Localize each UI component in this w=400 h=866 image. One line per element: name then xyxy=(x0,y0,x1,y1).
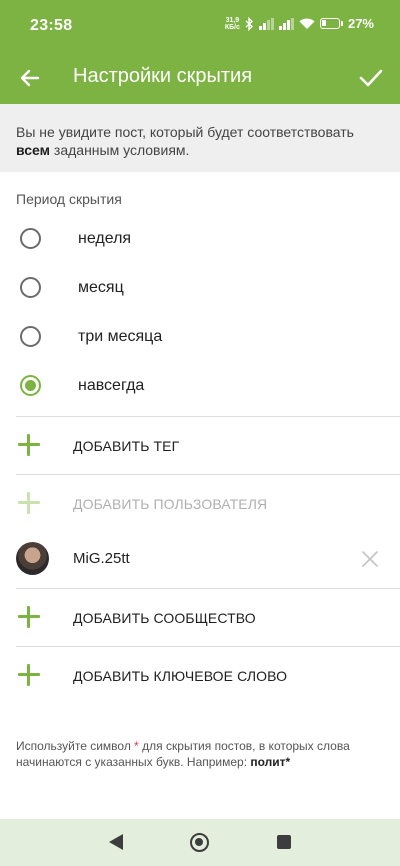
header: 23:58 31,9 КБ/с 27% Настройки скрытия xyxy=(0,0,400,104)
add-community-label: ДОБАВИТЬ СООБЩЕСТВО xyxy=(73,610,256,626)
add-tag-label: ДОБАВИТЬ ТЕГ xyxy=(73,438,180,454)
status-bar: 23:58 31,9 КБ/с 27% xyxy=(0,0,400,52)
period-option-label: неделя xyxy=(78,230,132,247)
signal-icon-1 xyxy=(258,17,274,30)
add-tag-button[interactable]: ДОБАВИТЬ ТЕГ xyxy=(0,417,400,474)
radio-button[interactable] xyxy=(20,326,41,347)
nav-back-icon[interactable] xyxy=(109,834,123,850)
add-user-label: ДОБАВИТЬ ПОЛЬЗОВАТЕЛЯ xyxy=(73,496,268,512)
radio-button[interactable] xyxy=(20,228,41,249)
plus-icon xyxy=(18,434,40,456)
battery-percent: 27% xyxy=(347,16,374,31)
signal-icon-2 xyxy=(278,17,294,30)
info-text-bold: всем xyxy=(16,142,51,158)
app-bar: Настройки скрытия xyxy=(0,52,400,104)
info-banner: Вы не увидите пост, который будет соотве… xyxy=(0,104,400,172)
confirm-check-icon[interactable] xyxy=(356,63,386,93)
plus-icon xyxy=(18,492,40,514)
add-community-button[interactable]: ДОБАВИТЬ СООБЩЕСТВО xyxy=(0,589,400,646)
add-user-button[interactable]: ДОБАВИТЬ ПОЛЬЗОВАТЕЛЯ xyxy=(0,475,400,532)
user-name: MiG.25tt xyxy=(73,550,130,567)
hint-text: Используйте символ * для скрытия постов,… xyxy=(0,704,400,770)
battery-tip xyxy=(340,21,343,26)
info-text-before: Вы не увидите пост, который будет соотве… xyxy=(16,124,354,140)
user-list-item: MiG.25tt xyxy=(0,532,400,588)
period-option-month[interactable]: месяц xyxy=(0,264,400,313)
status-time: 23:58 xyxy=(30,17,73,34)
add-keyword-button[interactable]: ДОБАВИТЬ КЛЮЧЕВОЕ СЛОВО xyxy=(0,647,400,704)
bluetooth-icon xyxy=(245,16,253,31)
net-speed-unit: КБ/с xyxy=(224,23,240,31)
close-icon[interactable] xyxy=(360,549,380,569)
radio-button[interactable] xyxy=(20,277,41,298)
period-section-label: Период скрытия xyxy=(16,191,122,207)
radio-button-selected[interactable] xyxy=(20,375,41,396)
page-title: Настройки скрытия xyxy=(73,65,253,87)
period-option-label: три месяца xyxy=(78,328,163,345)
battery-icon xyxy=(319,18,340,29)
info-text-after: заданным условиям. xyxy=(50,142,190,158)
plus-icon xyxy=(18,664,40,686)
period-option-label: навсегда xyxy=(78,377,145,394)
period-option-three-months[interactable]: три месяца xyxy=(0,313,400,362)
nav-recents-icon[interactable] xyxy=(277,835,291,849)
avatar xyxy=(16,542,49,575)
period-option-label: месяц xyxy=(78,279,124,296)
system-nav-bar xyxy=(0,819,400,866)
net-speed: 31,9 КБ/с xyxy=(225,17,240,31)
plus-icon xyxy=(18,606,40,628)
period-option-week[interactable]: неделя xyxy=(0,215,400,264)
period-option-forever[interactable]: навсегда xyxy=(0,362,400,411)
hint-example: полит* xyxy=(250,755,291,769)
wifi-icon xyxy=(299,18,315,29)
back-arrow-icon[interactable] xyxy=(16,64,44,92)
net-speed-value: 31,9 xyxy=(225,16,240,24)
hint-part1: Используйте символ xyxy=(16,739,135,753)
status-icons: 31,9 КБ/с 27% xyxy=(225,16,374,31)
nav-home-icon[interactable] xyxy=(190,833,209,852)
add-keyword-label: ДОБАВИТЬ КЛЮЧЕВОЕ СЛОВО xyxy=(73,668,288,684)
